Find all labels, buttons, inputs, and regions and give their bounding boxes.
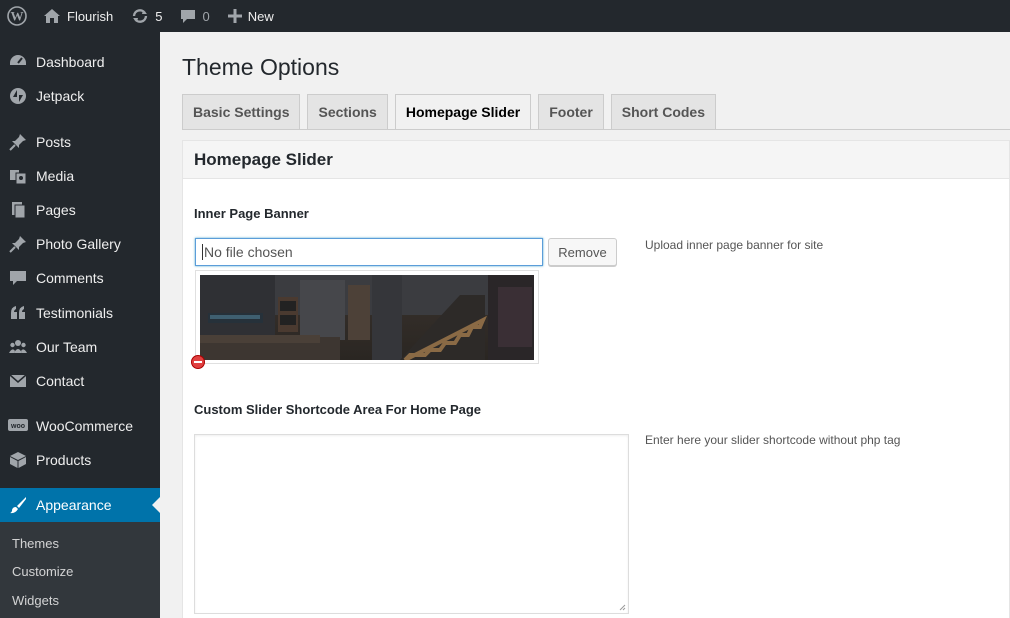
plus-icon xyxy=(227,9,242,23)
comment-bubble-icon xyxy=(180,8,196,24)
sidebar-item-label: Comments xyxy=(36,270,104,286)
media-icon xyxy=(0,159,36,193)
sidebar-item-label: Posts xyxy=(36,134,72,150)
sidebar-item-label: Media xyxy=(36,168,75,184)
sidebar-item-label: WooCommerce xyxy=(36,418,133,434)
sidebar-item-label: Pages xyxy=(36,202,76,218)
panel-title: Homepage Slider xyxy=(183,141,1009,179)
tabs-divider xyxy=(182,129,1010,130)
woocommerce-icon: woo xyxy=(0,409,36,443)
sidebar-item-label: Dashboard xyxy=(36,54,105,70)
sidebar-item-jetpack[interactable]: Jetpack xyxy=(0,79,160,113)
banner-image xyxy=(200,275,534,360)
mail-icon xyxy=(0,364,36,398)
pages-icon xyxy=(0,193,36,227)
site-name-link[interactable]: Flourish xyxy=(34,0,122,32)
sidebar-item-appearance[interactable]: Appearance xyxy=(0,488,160,522)
updates-link[interactable]: 5 xyxy=(122,0,171,32)
sidebar-item-comments[interactable]: Comments xyxy=(0,261,160,295)
sidebar-item-testimonials[interactable]: Testimonials xyxy=(0,296,160,330)
remove-image-icon[interactable] xyxy=(191,355,205,369)
sidebar-item-dashboard[interactable]: Dashboard xyxy=(0,45,160,79)
sidebar-item-label: Contact xyxy=(36,373,85,389)
comments-count: 0 xyxy=(202,8,210,24)
text-caret xyxy=(202,244,203,260)
tab-basic-settings[interactable]: Basic Settings xyxy=(182,94,301,129)
jetpack-icon xyxy=(0,79,36,113)
shortcode-help-text: Enter here your slider shortcode without… xyxy=(645,433,901,447)
main-content: Theme Options Basic Settings Sections Ho… xyxy=(160,32,1010,618)
tab-footer[interactable]: Footer xyxy=(538,94,604,129)
sidebar-item-label: Testimonials xyxy=(36,305,114,321)
sidebar-item-contact[interactable]: Contact xyxy=(0,364,160,398)
sidebar-item-posts[interactable]: Posts xyxy=(0,125,160,159)
banner-label: Inner Page Banner xyxy=(194,206,309,221)
sidebar-item-label: Photo Gallery xyxy=(36,236,121,252)
shortcode-textarea[interactable] xyxy=(194,434,629,614)
sidebar-item-pages[interactable]: Pages xyxy=(0,193,160,227)
shortcode-label: Custom Slider Shortcode Area For Home Pa… xyxy=(194,402,482,417)
options-panel: Homepage Slider Inner Page Banner No fil… xyxy=(182,140,1010,618)
box-icon xyxy=(0,443,36,477)
sidebar-item-our-team[interactable]: Our Team xyxy=(0,330,160,364)
banner-preview xyxy=(195,270,539,364)
updates-count: 5 xyxy=(155,8,163,24)
tab-short-codes[interactable]: Short Codes xyxy=(610,94,717,129)
svg-text:woo: woo xyxy=(10,423,25,430)
comment-icon xyxy=(0,261,36,295)
banner-file-input[interactable]: No file chosen xyxy=(195,238,543,266)
pin-icon xyxy=(0,125,36,159)
sidebar-item-media[interactable]: Media xyxy=(0,159,160,193)
admin-bar: W Flourish 5 0 New xyxy=(0,0,1010,32)
submenu-item-widgets[interactable]: Widgets xyxy=(12,593,59,608)
wordpress-logo-icon[interactable]: W xyxy=(0,0,34,32)
submenu-item-customize[interactable]: Customize xyxy=(12,564,73,579)
home-icon xyxy=(43,8,61,24)
admin-sidebar: Dashboard Jetpack Posts Media Pages Phot… xyxy=(0,32,160,618)
sidebar-item-label: Products xyxy=(36,452,92,468)
quote-icon xyxy=(0,296,36,330)
resize-handle-icon[interactable] xyxy=(618,603,626,611)
site-name: Flourish xyxy=(67,8,114,24)
sidebar-item-label: Our Team xyxy=(36,339,98,355)
new-content-link[interactable]: New xyxy=(219,0,283,32)
svg-text:W: W xyxy=(11,9,24,24)
remove-button[interactable]: Remove xyxy=(548,238,617,266)
brush-icon xyxy=(0,488,36,522)
options-tabs: Basic Settings Sections Homepage Slider … xyxy=(182,94,723,130)
submenu-item-themes[interactable]: Themes xyxy=(12,536,59,551)
new-label: New xyxy=(247,8,274,24)
comments-link[interactable]: 0 xyxy=(171,0,218,32)
tab-homepage-slider[interactable]: Homepage Slider xyxy=(394,94,532,130)
updates-icon xyxy=(131,8,149,24)
sidebar-item-woocommerce[interactable]: woo WooCommerce xyxy=(0,409,160,443)
pin-icon xyxy=(0,227,36,261)
dashboard-icon xyxy=(0,45,36,79)
sidebar-item-photo-gallery[interactable]: Photo Gallery xyxy=(0,227,160,261)
tab-sections[interactable]: Sections xyxy=(307,94,388,129)
sidebar-item-label: Jetpack xyxy=(36,88,85,104)
sidebar-item-label: Appearance xyxy=(36,497,112,513)
banner-help-text: Upload inner page banner for site xyxy=(645,238,824,252)
team-icon xyxy=(0,330,36,364)
page-title: Theme Options xyxy=(182,54,340,80)
file-input-value: No file chosen xyxy=(204,244,293,260)
sidebar-item-products[interactable]: Products xyxy=(0,443,160,477)
